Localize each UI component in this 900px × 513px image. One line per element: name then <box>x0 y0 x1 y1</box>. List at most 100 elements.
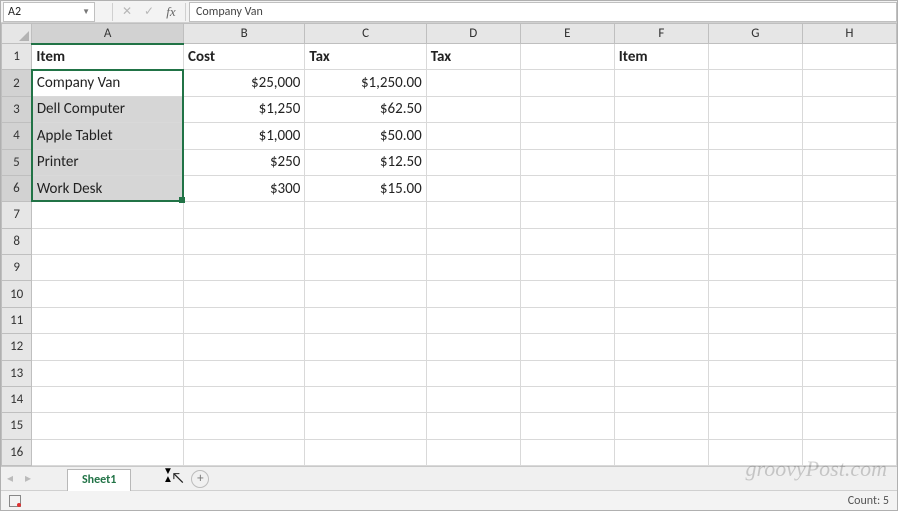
cell-C14[interactable] <box>305 386 426 412</box>
cell-A13[interactable] <box>32 360 184 386</box>
cell-F3[interactable] <box>614 96 708 122</box>
cell-B11[interactable] <box>184 307 305 333</box>
cell-D14[interactable] <box>426 386 520 412</box>
cell-A7[interactable] <box>32 202 184 228</box>
cell-B15[interactable] <box>184 413 305 439</box>
row-header-2[interactable]: 2 <box>2 70 32 96</box>
cell-G13[interactable] <box>708 360 802 386</box>
cell-F9[interactable] <box>614 255 708 281</box>
cell-A1[interactable]: Item <box>32 44 184 70</box>
cell-A11[interactable] <box>32 307 184 333</box>
cell-E2[interactable] <box>520 70 614 96</box>
col-header-A[interactable]: A <box>32 24 184 44</box>
cell-C16[interactable] <box>305 439 426 465</box>
cell-A15[interactable] <box>32 413 184 439</box>
col-header-C[interactable]: C <box>305 24 426 44</box>
cell-B8[interactable] <box>184 228 305 254</box>
cell-G15[interactable] <box>708 413 802 439</box>
row-header-5[interactable]: 5 <box>2 149 32 175</box>
cell-D7[interactable] <box>426 202 520 228</box>
fx-icon[interactable]: fx <box>160 2 182 22</box>
cell-F12[interactable] <box>614 334 708 360</box>
row-header-8[interactable]: 8 <box>2 228 32 254</box>
cell-E10[interactable] <box>520 281 614 307</box>
cell-D4[interactable] <box>426 123 520 149</box>
cell-B14[interactable] <box>184 386 305 412</box>
cell-E1[interactable] <box>520 44 614 70</box>
row-header-1[interactable]: 1 <box>2 44 32 70</box>
cell-D1[interactable]: Tax <box>426 44 520 70</box>
row-header-7[interactable]: 7 <box>2 202 32 228</box>
cell-F14[interactable] <box>614 386 708 412</box>
cell-G2[interactable] <box>708 70 802 96</box>
col-header-E[interactable]: E <box>520 24 614 44</box>
cell-C5[interactable]: $12.50 <box>305 149 426 175</box>
cell-E3[interactable] <box>520 96 614 122</box>
cell-E8[interactable] <box>520 228 614 254</box>
cell-C11[interactable] <box>305 307 426 333</box>
row-header-10[interactable]: 10 <box>2 281 32 307</box>
cell-G3[interactable] <box>708 96 802 122</box>
cell-B13[interactable] <box>184 360 305 386</box>
cell-H16[interactable] <box>802 439 896 465</box>
cell-A12[interactable] <box>32 334 184 360</box>
chevron-down-icon[interactable]: ▼ <box>82 7 90 17</box>
tab-next-icon[interactable]: ▸ <box>19 471 37 486</box>
cell-B2[interactable]: $25,000 <box>184 70 305 96</box>
cell-D2[interactable] <box>426 70 520 96</box>
cell-E14[interactable] <box>520 386 614 412</box>
cell-H4[interactable] <box>802 123 896 149</box>
cell-F1[interactable]: Item <box>614 44 708 70</box>
cell-E9[interactable] <box>520 255 614 281</box>
cell-C12[interactable] <box>305 334 426 360</box>
col-header-B[interactable]: B <box>184 24 305 44</box>
cell-F13[interactable] <box>614 360 708 386</box>
cell-D13[interactable] <box>426 360 520 386</box>
cell-D11[interactable] <box>426 307 520 333</box>
cell-H9[interactable] <box>802 255 896 281</box>
row-header-11[interactable]: 11 <box>2 307 32 333</box>
col-header-F[interactable]: F <box>614 24 708 44</box>
cell-H5[interactable] <box>802 149 896 175</box>
cell-A4[interactable]: Apple Tablet <box>32 123 184 149</box>
cell-G7[interactable] <box>708 202 802 228</box>
cell-A6[interactable]: Work Desk <box>32 175 184 201</box>
cell-F5[interactable] <box>614 149 708 175</box>
cell-G6[interactable] <box>708 175 802 201</box>
cell-B10[interactable] <box>184 281 305 307</box>
cell-G12[interactable] <box>708 334 802 360</box>
cell-G5[interactable] <box>708 149 802 175</box>
cell-C4[interactable]: $50.00 <box>305 123 426 149</box>
cell-D9[interactable] <box>426 255 520 281</box>
cell-H2[interactable] <box>802 70 896 96</box>
cell-A14[interactable] <box>32 386 184 412</box>
row-header-16[interactable]: 16 <box>2 439 32 465</box>
cancel-icon[interactable]: ✕ <box>116 2 138 22</box>
sheet-tab-active[interactable]: Sheet1 <box>67 469 131 491</box>
cell-A9[interactable] <box>32 255 184 281</box>
cell-E15[interactable] <box>520 413 614 439</box>
cell-B7[interactable] <box>184 202 305 228</box>
cell-B9[interactable] <box>184 255 305 281</box>
cell-D8[interactable] <box>426 228 520 254</box>
cell-B16[interactable] <box>184 439 305 465</box>
cell-H3[interactable] <box>802 96 896 122</box>
cell-A5[interactable]: Printer <box>32 149 184 175</box>
cell-F11[interactable] <box>614 307 708 333</box>
cell-C2[interactable]: $1,250.00 <box>305 70 426 96</box>
cell-C7[interactable] <box>305 202 426 228</box>
cell-A3[interactable]: Dell Computer <box>32 96 184 122</box>
row-header-15[interactable]: 15 <box>2 413 32 439</box>
cell-C13[interactable] <box>305 360 426 386</box>
cell-C10[interactable] <box>305 281 426 307</box>
cell-C8[interactable] <box>305 228 426 254</box>
row-header-3[interactable]: 3 <box>2 96 32 122</box>
cell-F7[interactable] <box>614 202 708 228</box>
cell-E5[interactable] <box>520 149 614 175</box>
worksheet-grid[interactable]: ABCDEFGH1ItemCostTaxTaxItem2Company Van$… <box>1 23 897 466</box>
cell-G9[interactable] <box>708 255 802 281</box>
cell-A16[interactable] <box>32 439 184 465</box>
cell-E11[interactable] <box>520 307 614 333</box>
new-sheet-button[interactable]: + <box>191 470 209 488</box>
formula-input[interactable]: Company Van <box>189 2 897 22</box>
